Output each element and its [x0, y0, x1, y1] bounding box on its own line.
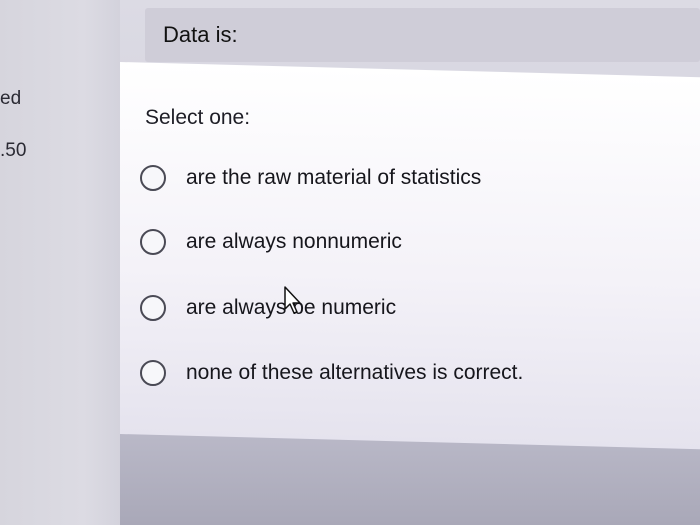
answer-option-label[interactable]: none of these alternatives is correct. [186, 361, 523, 385]
answer-option-3[interactable]: are always be numeric [140, 295, 396, 321]
question-title: Data is: [163, 22, 238, 47]
radio-button[interactable] [140, 165, 166, 191]
select-one-label: Select one: [145, 106, 251, 129]
sidebar-fragment-status: ed [0, 88, 22, 109]
question-header: Data is: [145, 8, 700, 62]
answer-option-label[interactable]: are always nonnumeric [186, 230, 402, 254]
radio-button[interactable] [140, 229, 166, 255]
arrow-pointer-icon [284, 286, 301, 314]
radio-button[interactable] [140, 360, 166, 386]
answer-option-2[interactable]: are always nonnumeric [140, 229, 402, 255]
answer-option-4[interactable]: none of these alternatives is correct. [140, 360, 523, 386]
radio-button[interactable] [140, 295, 166, 321]
sidebar-fragment-points: .50 [0, 140, 27, 161]
left-sidebar: ed .50 [0, 0, 120, 525]
answer-option-label[interactable]: are the raw material of statistics [186, 166, 481, 190]
answer-option-1[interactable]: are the raw material of statistics [140, 165, 481, 191]
